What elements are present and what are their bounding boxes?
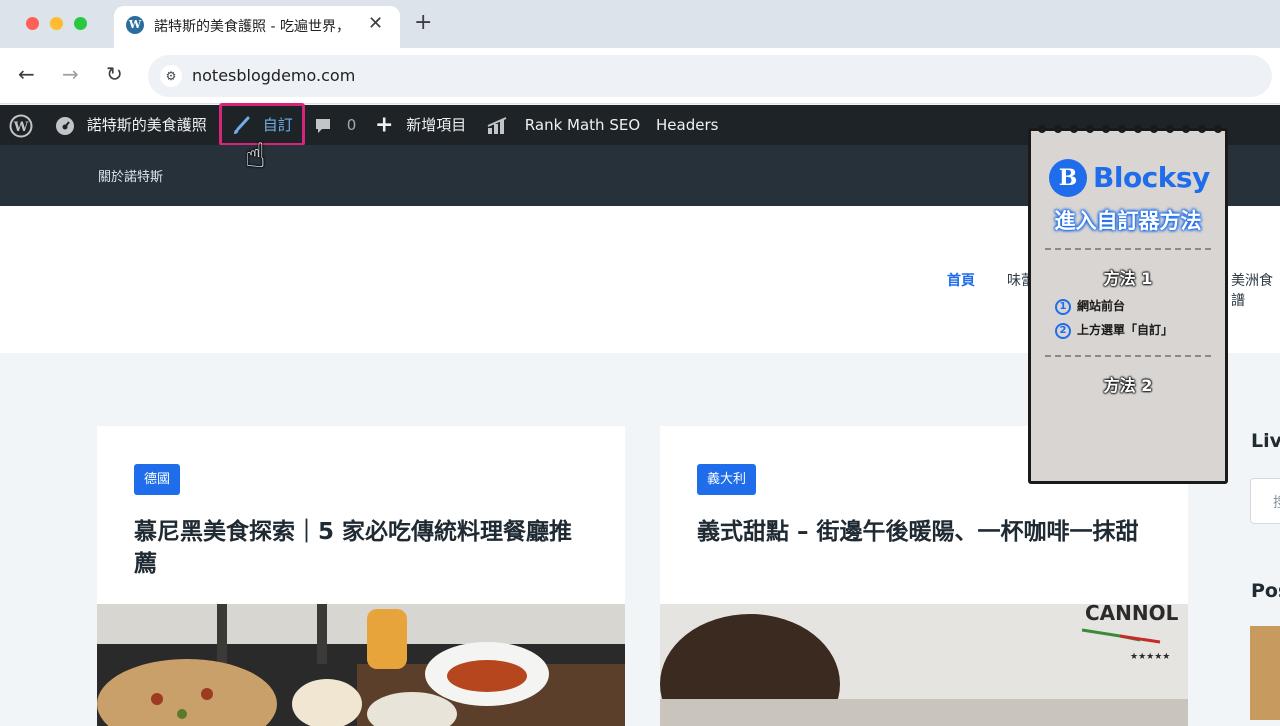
- post-card[interactable]: 德國 慕尼黑美食探索｜5 家必吃傳統料理餐廳推薦: [97, 426, 625, 726]
- back-icon[interactable]: ←: [18, 62, 35, 86]
- blocksy-b-icon: B: [1049, 159, 1087, 197]
- svg-text:W: W: [13, 120, 29, 135]
- forward-icon[interactable]: →: [62, 62, 79, 86]
- step-text: 上方選單「自訂」: [1077, 323, 1174, 337]
- method-1-heading: 方法 1: [1103, 269, 1153, 288]
- blocksy-instruction-note: B Blocksy 進入自訂器方法 方法 1 1 網站前台 2 上方選單「自訂」 方…: [1028, 125, 1228, 484]
- headers-menu[interactable]: Headers: [656, 105, 718, 145]
- nav-item-home[interactable]: 首頁: [947, 270, 975, 290]
- site-info-icon[interactable]: ⚙: [160, 65, 182, 87]
- pointer-hand-cursor-icon: ☝: [245, 136, 266, 176]
- post-thumbnail-food[interactable]: [97, 604, 625, 726]
- minimize-window-button[interactable]: [50, 17, 63, 30]
- comment-bubble-icon: [316, 118, 330, 133]
- browser-tab[interactable]: W 諾特斯的美食護照 - 吃遍世界， ✕: [114, 6, 400, 48]
- category-badge[interactable]: 義大利: [697, 464, 757, 495]
- sidebar-post-thumbnail[interactable]: [1250, 626, 1280, 720]
- browser-tab-strip: W 諾特斯的美食護照 - 吃遍世界， ✕ +: [0, 0, 1280, 48]
- comments-menu[interactable]: 0: [314, 105, 356, 145]
- close-window-button[interactable]: [26, 17, 39, 30]
- search-placeholder: 搜: [1273, 492, 1280, 512]
- rank-math-label: Rank Math SEO: [524, 116, 641, 134]
- browser-toolbar: ← → ↻ ⚙ notesblogdemo.com: [0, 48, 1280, 104]
- close-tab-icon[interactable]: ✕: [368, 13, 383, 34]
- step-number: 1: [1055, 298, 1071, 315]
- method-2-heading: 方法 2: [1103, 376, 1153, 395]
- zoom-window-button[interactable]: [74, 17, 87, 30]
- dashboard-gauge-icon: [56, 116, 74, 135]
- site-name-label: 諾特斯的美食護照: [86, 116, 207, 134]
- url-text[interactable]: notesblogdemo.com: [192, 66, 355, 85]
- wordpress-logo-icon[interactable]: W: [9, 105, 33, 145]
- step-text: 網站前台: [1077, 299, 1126, 313]
- post-title[interactable]: 慕尼黑美食探索｜5 家必吃傳統料理餐廳推薦: [134, 516, 594, 580]
- note-title: 進入自訂器方法: [1054, 209, 1202, 233]
- step-1: 1 網站前台: [1055, 297, 1125, 315]
- new-tab-button[interactable]: +: [414, 10, 432, 35]
- site-name-menu[interactable]: 諾特斯的美食護照: [54, 105, 207, 145]
- brand-name: Blocksy: [1093, 161, 1210, 194]
- post-thumbnail-dessert[interactable]: CANNOL ★★★★★: [660, 604, 1188, 726]
- new-item-menu[interactable]: + 新增項目: [375, 105, 466, 145]
- comments-count: 0: [346, 116, 357, 134]
- rank-math-menu[interactable]: Rank Math SEO: [486, 105, 640, 145]
- about-link[interactable]: 關於諾特斯: [98, 166, 163, 185]
- svg-text:★★★★★: ★★★★★: [1130, 652, 1170, 662]
- divider: [1045, 355, 1211, 357]
- shirt-print-text: CANNOL: [1085, 604, 1179, 625]
- wordpress-favicon-icon: W: [126, 16, 144, 34]
- step-number: 2: [1055, 322, 1071, 339]
- sidebar-live-heading: Liv: [1251, 430, 1280, 452]
- new-item-label: 新增項目: [406, 116, 467, 134]
- sidebar-posts-heading: Pos: [1251, 580, 1280, 602]
- divider: [1045, 248, 1211, 250]
- step-2: 2 上方選單「自訂」: [1055, 321, 1173, 339]
- address-bar[interactable]: ⚙ notesblogdemo.com: [148, 55, 1272, 97]
- plus-icon: +: [375, 112, 394, 138]
- category-badge[interactable]: 德國: [134, 464, 181, 495]
- rank-math-chart-icon: [487, 116, 507, 134]
- nav-item-americas[interactable]: 美洲食譜: [1231, 270, 1280, 310]
- reload-icon[interactable]: ↻: [106, 62, 123, 86]
- post-title[interactable]: 義式甜點 – 街邊午後暖陽、一杯咖啡一抹甜: [697, 516, 1157, 548]
- tab-title: 諾特斯的美食護照 - 吃遍世界，: [154, 19, 350, 35]
- sidebar-search-input[interactable]: 搜: [1250, 478, 1280, 524]
